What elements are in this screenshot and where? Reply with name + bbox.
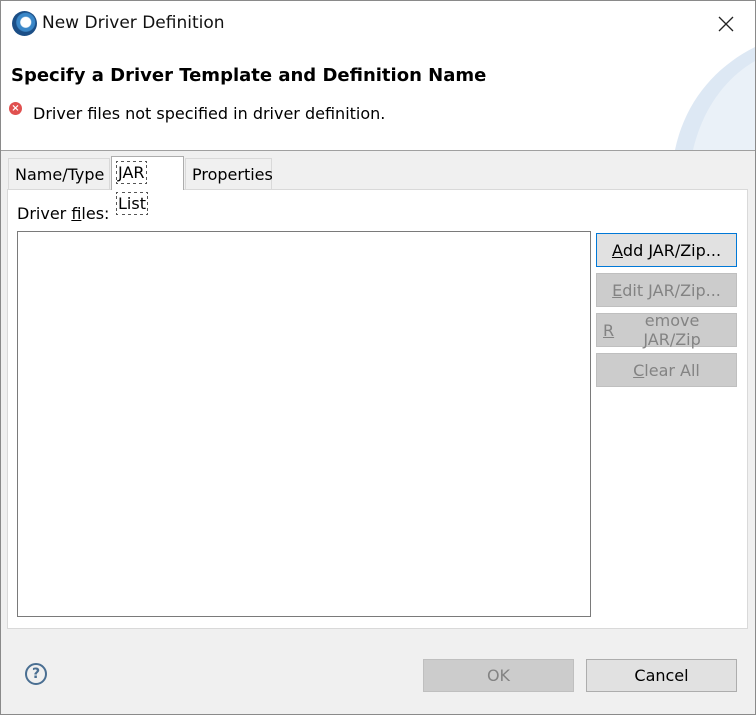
driver-files-list[interactable] (17, 231, 591, 617)
app-icon (12, 11, 37, 36)
banner-graphic (675, 47, 755, 150)
wizard-header: Specify a Driver Template and Definition… (1, 47, 755, 151)
dialog-window: New Driver Definition Specify a Driver T… (0, 0, 756, 715)
jar-list-panel: Driver files: Add JAR/Zip... Edit JAR/Zi… (7, 189, 748, 629)
window-title: New Driver Definition (42, 13, 225, 33)
edit-jar-button[interactable]: Edit JAR/Zip... (596, 273, 737, 307)
help-icon[interactable]: ? (25, 663, 47, 685)
clear-all-button[interactable]: Clear All (596, 353, 737, 387)
error-message: Driver files not specified in driver def… (33, 104, 386, 123)
driver-files-label: Driver files: (17, 204, 110, 223)
tab-label: Properties (192, 165, 273, 184)
ok-button[interactable]: OK (423, 659, 574, 692)
page-title: Specify a Driver Template and Definition… (11, 65, 487, 86)
tab-name-type[interactable]: Name/Type (8, 158, 110, 189)
tab-jar-list[interactable]: JAR List (111, 156, 184, 215)
title-bar: New Driver Definition (1, 1, 755, 47)
close-icon (718, 16, 734, 32)
error-icon: × (9, 102, 22, 115)
add-jar-button[interactable]: Add JAR/Zip... (596, 233, 737, 267)
cancel-button[interactable]: Cancel (586, 659, 737, 692)
tab-properties[interactable]: Properties (185, 158, 273, 189)
close-button[interactable] (709, 7, 743, 41)
tab-label: JAR List (116, 161, 148, 215)
tab-label: Name/Type (15, 165, 105, 184)
remove-jar-button[interactable]: Remove JAR/Zip (596, 311, 737, 349)
